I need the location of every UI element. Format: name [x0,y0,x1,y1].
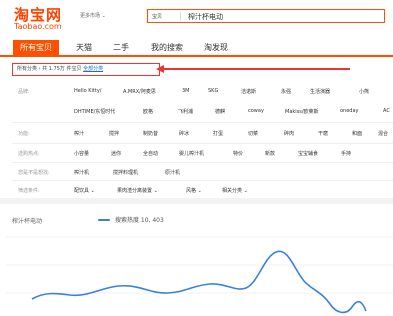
filter-value[interactable]: 永强 [281,88,291,95]
filter-value[interactable]: 榨汁机 [74,169,89,176]
filter-value[interactable]: 婴儿榨汁机 [179,150,204,157]
filter-value[interactable]: 宝宝辅食 [298,150,318,157]
filter-value[interactable]: 欧格 [143,108,153,115]
filter-panel: 品牌: Hello Kitty/ A.MRX/阿麦思 3M SKG 洁诺斯 永强… [12,80,393,199]
filter-value[interactable]: AC [383,108,390,114]
filter-value[interactable]: 迷你 [111,150,121,157]
tab-tmall[interactable]: 天猫 [76,42,92,53]
filter-row-hot-picks: 选购热点: 小容量 迷你 全自动 婴儿榨汁机 特价 新款 宝宝辅食 手持 [12,144,393,163]
filter-row-brand: 品牌: Hello Kitty/ A.MRX/阿麦思 3M SKG 洁诺斯 永强… [12,80,393,123]
filter-value[interactable]: Makiss/欧莱斯 [285,108,319,115]
breadcrumb: 所有分类 › 共 1.75万 件宝贝 全部分类 [12,63,160,76]
filter-row-function: 功能: 榨汁 搅拌 制奶昔 碎冰 打蛋 切菜 碎肉 干磨 和面 混合 [12,123,393,144]
filter-value[interactable]: 小容量 [74,150,89,157]
tab-my-search[interactable]: 我的搜索 [151,42,183,53]
filter-value[interactable]: 洁诺斯 [241,88,256,95]
filter-value[interactable]: 德麒 [215,108,225,115]
filter-row-suggestions: 您是不是想找: 榨汁机 搅拌料理机 原汁机 [12,163,393,181]
filter-value[interactable]: 碎肉 [284,130,294,137]
tab-all-items[interactable]: 所有宝贝 [13,40,59,55]
filter-label: 品牌: [18,89,30,95]
trend-title: 榨汁杯电动 [12,218,43,225]
trend-line [31,250,367,314]
filter-value[interactable]: coway [248,108,264,114]
search-box[interactable]: 宝贝 榨汁杯电动 [147,9,385,23]
filter-value[interactable]: 打蛋 [213,130,223,137]
filter-value[interactable]: Hello Kitty/ [74,88,102,94]
filter-value[interactable]: 搅拌料理机 [113,169,138,176]
filter-value[interactable]: SKG [208,88,218,94]
filter-row-conditions: 筛选条件: 配饮具 ⌄ 果肉渣分离装置 ⌄ 风格 ⌄ 相关分类 ⌄ [12,181,393,199]
filter-value[interactable]: 榨汁 [74,130,84,137]
filter-label: 功能: [18,131,30,137]
filter-value[interactable]: 飞利浦 [178,108,193,115]
search-input[interactable]: 榨汁杯电动 [188,12,223,22]
filter-value[interactable]: 混合 [378,130,388,137]
filter-value[interactable]: DHTIME/东恒时代 [74,108,115,115]
filter-value[interactable]: 全自动 [143,150,158,157]
filter-dropdown[interactable]: 相关分类 ⌄ [222,187,248,194]
trend-chart [6,236,393,314]
filter-dropdown[interactable]: 果肉渣分离装置 ⌄ [117,187,158,194]
filter-value[interactable]: 新款 [265,150,275,157]
breadcrumb-count: 所有分类 › 共 1.75万 件宝贝 [17,66,82,72]
filter-label: 筛选条件: [18,188,40,194]
all-categories-link[interactable]: 全部分类 [83,66,103,72]
filter-value[interactable]: oneday [340,108,359,114]
filter-value[interactable]: 特价 [233,150,243,157]
tab-second-hand[interactable]: 二手 [113,42,129,53]
filter-dropdown[interactable]: 配饮具 ⌄ [74,187,95,194]
filter-dropdown[interactable]: 风格 ⌄ [186,187,202,194]
search-divider [180,12,181,21]
search-tabs: 所有宝贝 天猫 二手 我的搜索 淘发现 [0,40,393,57]
filter-value[interactable]: 搅拌 [109,130,119,137]
filter-label: 选购热点: [18,151,40,157]
filter-label: 您是不是想找: [18,170,50,176]
section-divider [0,198,393,204]
filter-value[interactable]: A.MRX/阿麦思 [123,88,156,95]
filter-value[interactable]: 3M [182,88,190,94]
search-category-select[interactable]: 宝贝 [152,13,162,20]
annotation-arrow [160,68,350,70]
filter-value[interactable]: 干磨 [318,130,328,137]
taobao-logo-domain: Taobao.com [14,22,62,31]
filter-value[interactable]: 和面 [352,130,362,137]
filter-value[interactable]: 小熊 [359,88,369,95]
filter-value[interactable]: 手持 [341,150,351,157]
filter-value[interactable]: 切菜 [248,130,258,137]
tab-discover[interactable]: 淘发现 [204,42,228,53]
filter-value[interactable]: 制奶昔 [143,130,158,137]
filter-value[interactable]: 碎冰 [179,130,189,137]
filter-value[interactable]: 原汁机 [165,169,180,176]
legend-swatch [98,219,110,221]
filter-value[interactable]: 生活演器 [310,88,330,95]
trend-legend: 搜索热度 10, 403 [115,217,164,224]
more-market-dropdown[interactable]: 更多市场 ⌄ [80,12,106,19]
